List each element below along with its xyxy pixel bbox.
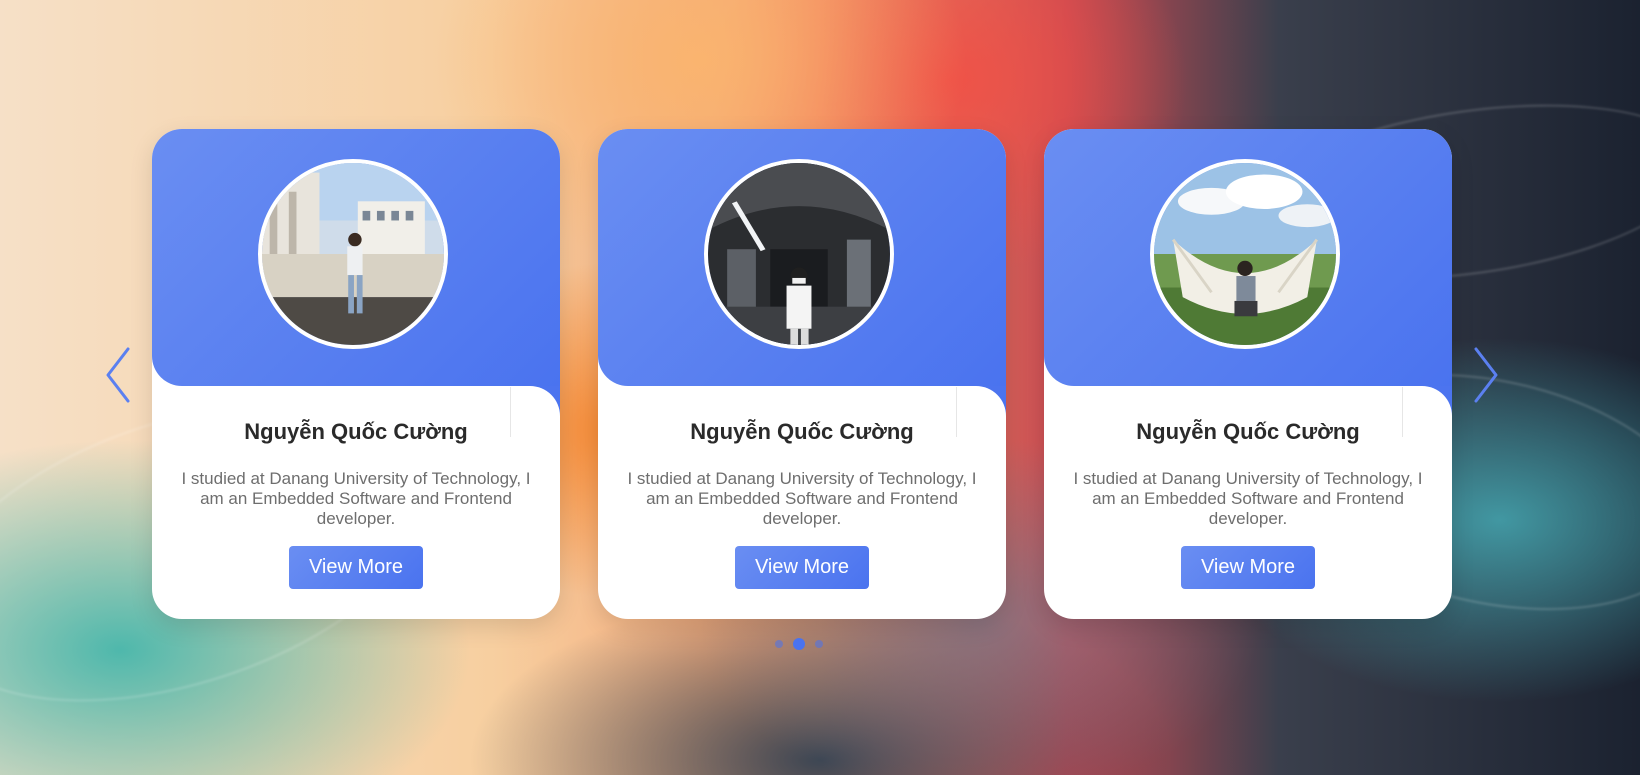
carousel-next-button[interactable] <box>1470 345 1500 405</box>
carousel-pagination <box>775 637 823 651</box>
avatar <box>1150 159 1340 349</box>
avatar-photo-hammock <box>1154 163 1336 345</box>
profile-description: I studied at Danang University of Techno… <box>181 469 531 528</box>
chevron-left-icon <box>106 347 130 403</box>
avatar <box>704 159 894 349</box>
pagination-dot[interactable] <box>775 640 783 648</box>
profile-description: I studied at Danang University of Techno… <box>627 469 977 528</box>
avatar <box>258 159 448 349</box>
avatar-photo-tunnel <box>708 163 890 345</box>
profile-name: Nguyễn Quốc Cường <box>244 419 468 444</box>
carousel-prev-button[interactable] <box>104 345 134 405</box>
view-more-button[interactable]: View More <box>1181 546 1315 589</box>
pagination-dot-active[interactable] <box>793 638 805 650</box>
profile-card: Nguyễn Quốc Cường I studied at Danang Un… <box>152 129 560 619</box>
profile-name: Nguyễn Quốc Cường <box>690 419 914 444</box>
profile-name: Nguyễn Quốc Cường <box>1136 419 1360 444</box>
pagination-dot[interactable] <box>815 640 823 648</box>
profile-card: Nguyễn Quốc Cường I studied at Danang Un… <box>1044 129 1452 619</box>
profile-card: Nguyễn Quốc Cường I studied at Danang Un… <box>598 129 1006 619</box>
view-more-button[interactable]: View More <box>289 546 423 589</box>
avatar-photo-street <box>262 163 444 345</box>
profile-description: I studied at Danang University of Techno… <box>1073 469 1423 528</box>
chevron-right-icon <box>1474 347 1498 403</box>
view-more-button[interactable]: View More <box>735 546 869 589</box>
